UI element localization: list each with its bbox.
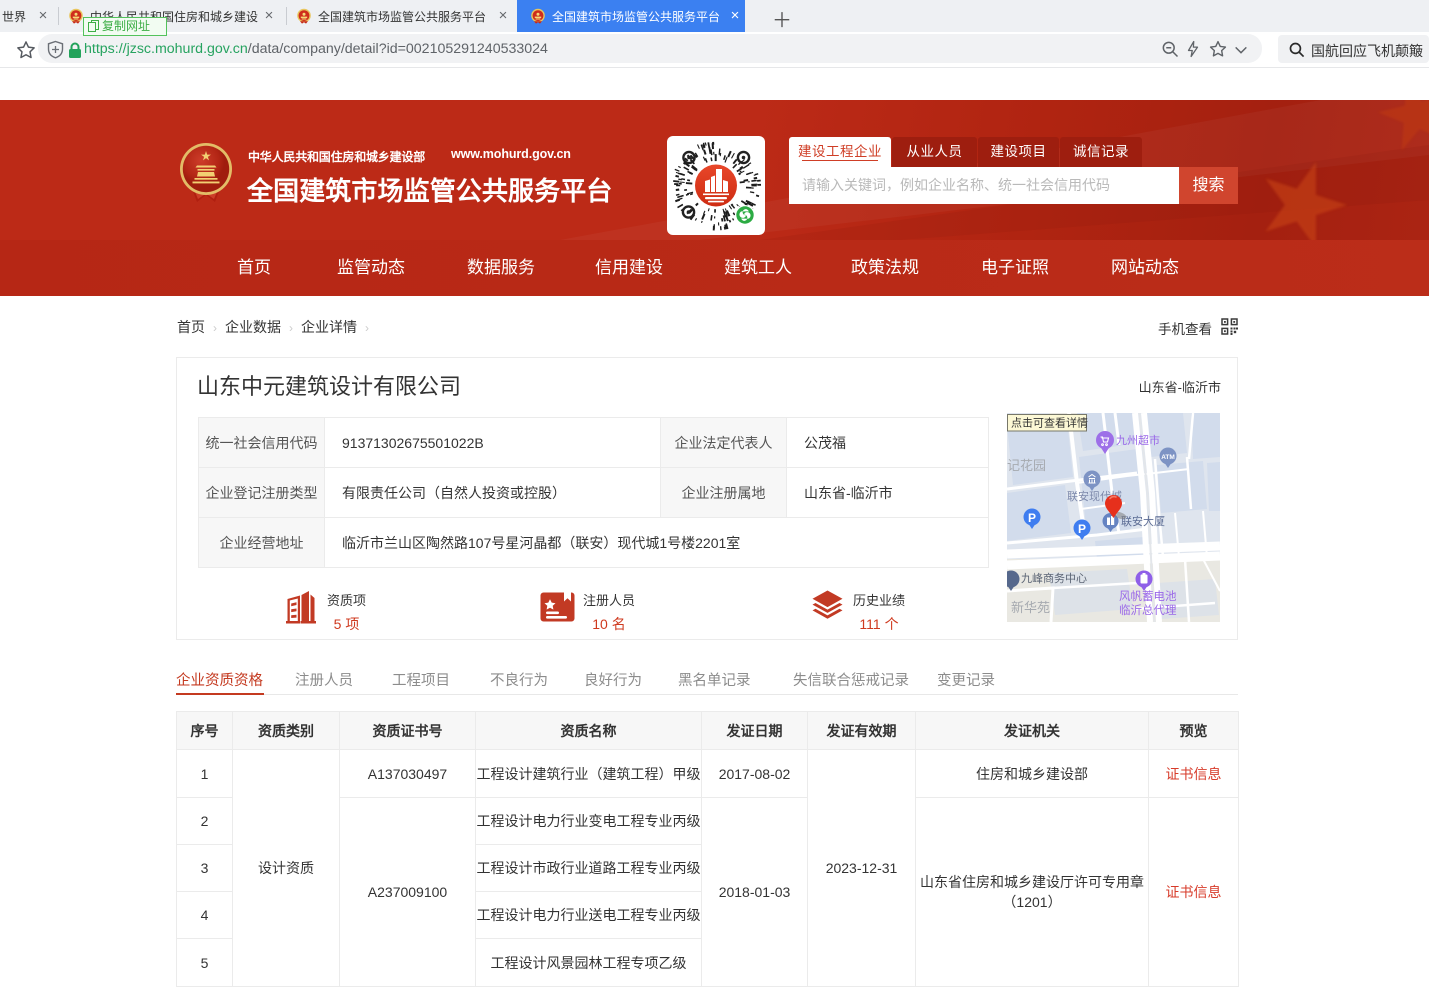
svg-text:九峰商务中心: 九峰商务中心 [1021, 571, 1087, 585]
svg-text:ATM: ATM [1161, 454, 1175, 461]
svg-text:新华苑: 新华苑 [1011, 600, 1050, 615]
svg-text:P: P [1078, 522, 1086, 536]
svg-text:记花园: 记花园 [1007, 458, 1046, 473]
svg-text:点击可查看详情: 点击可查看详情 [1011, 416, 1088, 430]
svg-text:P: P [1028, 511, 1036, 525]
svg-text:临沂总代理: 临沂总代理 [1119, 603, 1177, 617]
svg-text:联安大厦: 联安大厦 [1121, 514, 1165, 528]
svg-text:九州超市: 九州超市 [1116, 433, 1160, 447]
svg-text:风帆蓄电池: 风帆蓄电池 [1119, 589, 1177, 603]
